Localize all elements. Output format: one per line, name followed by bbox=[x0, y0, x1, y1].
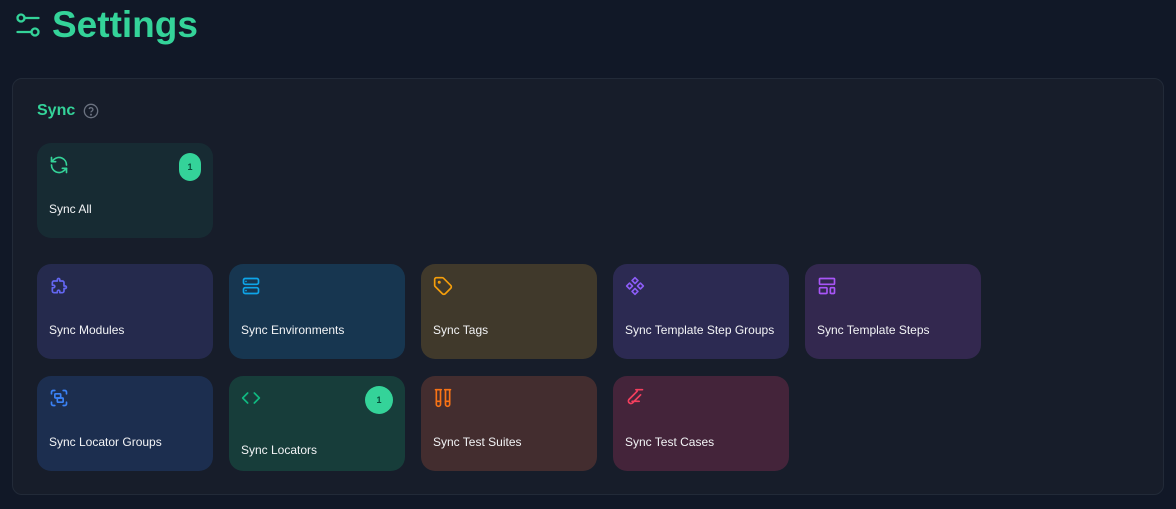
test-tube-icon bbox=[627, 388, 644, 405]
test-tubes-icon bbox=[434, 388, 452, 408]
card-sync-locator-groups[interactable]: Sync Locator Groups bbox=[37, 376, 213, 471]
card-label: Sync Locators bbox=[241, 443, 318, 457]
puzzle-icon bbox=[51, 277, 68, 294]
card-label: Sync Tags bbox=[433, 323, 489, 337]
section-header: Sync bbox=[37, 102, 99, 120]
card-sync-test-suites[interactable]: Sync Test Suites bbox=[421, 376, 597, 471]
group-icon bbox=[50, 389, 68, 407]
component-icon bbox=[625, 276, 645, 296]
help-circle-icon[interactable] bbox=[83, 103, 99, 119]
page-title: Settings bbox=[52, 4, 198, 45]
sync-panel: Sync Sync All 1 Sync Modules Sync Environme… bbox=[12, 78, 1164, 495]
server-icon bbox=[242, 277, 260, 295]
count-badge: 1 bbox=[365, 386, 393, 414]
card-sync-environments[interactable]: Sync Environments bbox=[229, 264, 405, 359]
card-label: Sync Test Suites bbox=[433, 435, 522, 449]
card-sync-template-steps[interactable]: Sync Template Steps bbox=[805, 264, 981, 359]
card-label: Sync Locator Groups bbox=[49, 435, 162, 449]
card-label: Sync All bbox=[49, 202, 92, 216]
card-sync-template-step-groups[interactable]: Sync Template Step Groups bbox=[613, 264, 789, 359]
section-title: Sync bbox=[37, 102, 76, 119]
sliders-icon bbox=[16, 13, 40, 37]
card-label: Sync Test Cases bbox=[625, 435, 715, 449]
layout-template-icon bbox=[818, 277, 836, 295]
card-sync-locators[interactable]: Sync Locators 1 bbox=[229, 376, 405, 471]
card-label: Sync Template Steps bbox=[817, 323, 930, 337]
card-sync-tags[interactable]: Sync Tags bbox=[421, 264, 597, 359]
card-sync-test-cases[interactable]: Sync Test Cases bbox=[613, 376, 789, 471]
refresh-icon bbox=[50, 156, 68, 174]
page-header: Settings bbox=[14, 4, 198, 46]
card-label: Sync Environments bbox=[241, 323, 345, 337]
card-label: Sync Modules bbox=[49, 323, 125, 337]
card-label: Sync Template Step Groups bbox=[625, 323, 775, 337]
card-sync-all[interactable]: Sync All 1 bbox=[37, 143, 213, 238]
code-icon bbox=[241, 392, 261, 404]
count-badge: 1 bbox=[179, 153, 201, 181]
card-sync-modules[interactable]: Sync Modules bbox=[37, 264, 213, 359]
tag-icon bbox=[433, 276, 453, 296]
